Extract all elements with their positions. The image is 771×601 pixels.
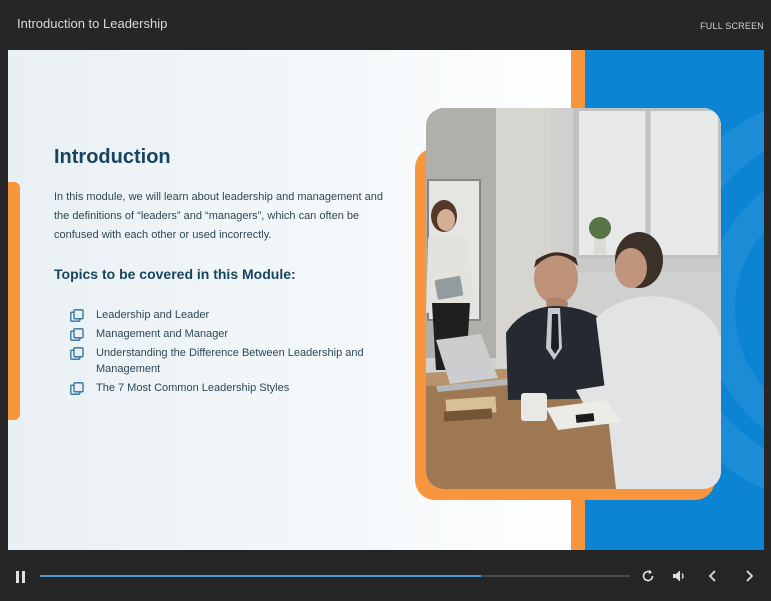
replay-icon[interactable]	[640, 568, 656, 584]
course-title: Introduction to Leadership	[17, 16, 168, 31]
copy-icon	[70, 309, 84, 322]
slide: Introduction In this module, we will lea…	[8, 50, 764, 550]
list-item: Leadership and Leader	[70, 308, 400, 324]
progress-track[interactable]	[40, 575, 630, 577]
topic-label: The 7 Most Common Leadership Styles	[96, 381, 290, 394]
office-meeting-photo	[426, 108, 721, 489]
list-item: Management and Manager	[70, 327, 400, 343]
next-icon[interactable]	[741, 568, 757, 584]
volume-icon[interactable]	[671, 568, 687, 584]
topics-list: Leadership and Leader Management and Man…	[70, 308, 400, 400]
progress-fill	[40, 575, 481, 577]
player-controls	[0, 551, 771, 601]
title-bar: Introduction to Leadership FULL SCREEN	[0, 0, 771, 49]
left-accent-bar	[8, 182, 20, 420]
list-item: Understanding the Difference Between Lea…	[70, 346, 400, 377]
copy-icon	[70, 381, 84, 395]
topic-label: Understanding the Difference Between Lea…	[96, 347, 364, 375]
slide-heading: Introduction	[54, 146, 171, 168]
previous-icon[interactable]	[705, 568, 721, 584]
topic-label: Leadership and Leader	[96, 309, 210, 321]
topic-label: Management and Manager	[96, 328, 229, 340]
topics-heading: Topics to be covered in this Module:	[54, 266, 296, 282]
fullscreen-button[interactable]: FULL SCREEN	[700, 21, 764, 31]
list-item: The 7 Most Common Leadership Styles	[70, 381, 400, 397]
intro-paragraph: In this module, we will learn about lead…	[54, 191, 383, 241]
copy-icon	[70, 328, 84, 341]
pause-icon[interactable]	[16, 571, 26, 583]
copy-icon	[70, 347, 84, 360]
